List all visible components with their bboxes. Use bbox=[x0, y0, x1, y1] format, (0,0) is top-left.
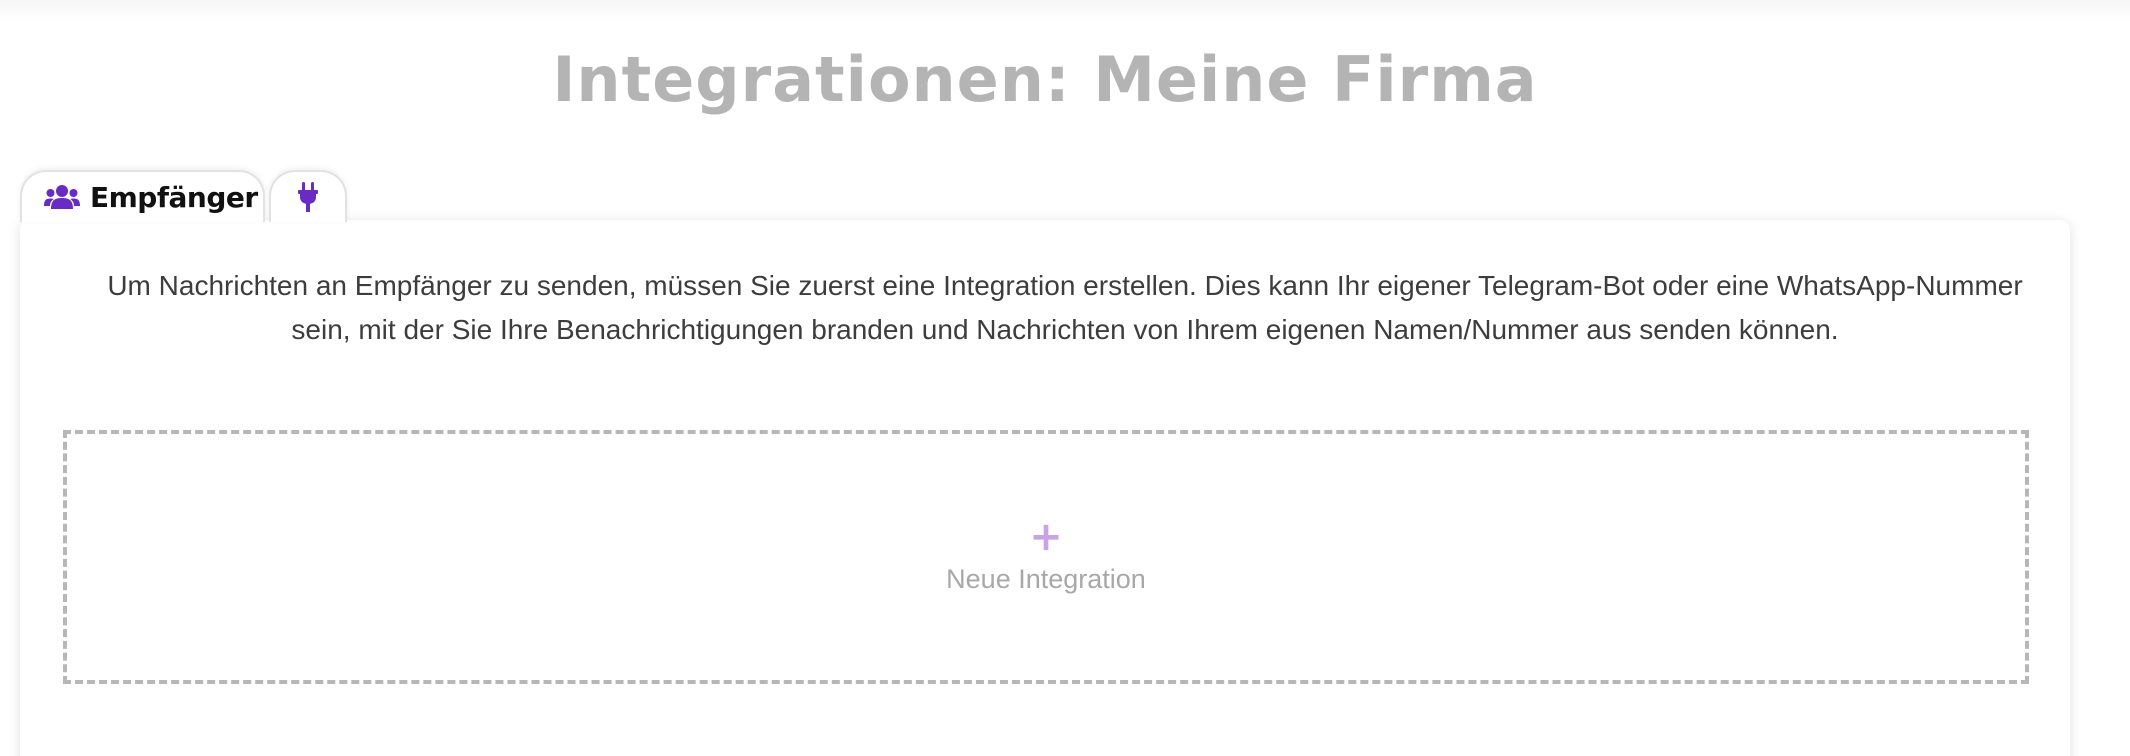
plus-icon: + bbox=[1029, 514, 1063, 560]
tab-integrations[interactable] bbox=[269, 170, 347, 222]
users-icon bbox=[44, 184, 80, 210]
plug-icon bbox=[297, 182, 319, 212]
integrations-panel: Um Nachrichten an Empfänger zu senden, m… bbox=[20, 220, 2070, 756]
tab-recipients[interactable]: Empfänger bbox=[20, 170, 265, 222]
tab-recipients-label: Empfänger bbox=[90, 180, 258, 214]
new-integration-button[interactable]: + Neue Integration bbox=[63, 430, 2029, 684]
tab-bar: Empfänger bbox=[20, 170, 347, 222]
integration-description: Um Nachrichten an Empfänger zu senden, m… bbox=[107, 270, 2023, 345]
new-integration-label: Neue Integration bbox=[946, 564, 1146, 594]
page-title: Integrationen: Meine Firma bbox=[552, 43, 1538, 116]
page: Integrationen: Meine Firma Empfänger Um … bbox=[0, 0, 2130, 756]
